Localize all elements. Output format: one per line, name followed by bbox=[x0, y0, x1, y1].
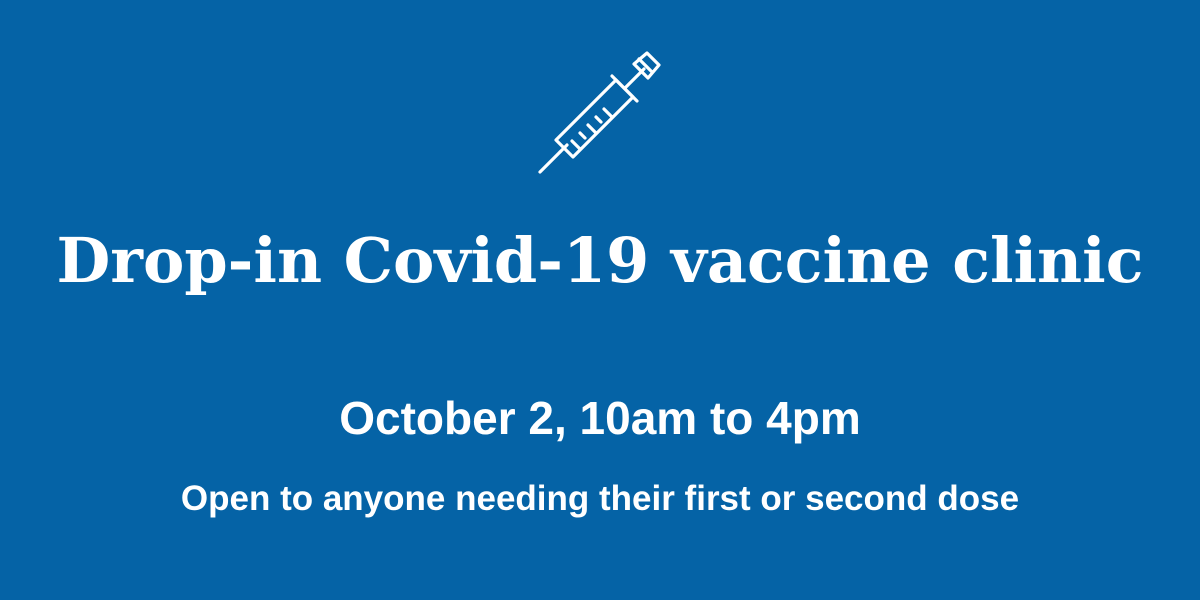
headline: Drop-in Covid-19 vaccine clinic bbox=[56, 224, 1144, 297]
syringe-icon bbox=[530, 46, 670, 178]
event-date-time: October 2, 10am to 4pm bbox=[339, 392, 861, 444]
eligibility-note: Open to anyone needing their first or se… bbox=[180, 479, 1020, 518]
vaccine-clinic-banner: Drop-in Covid-19 vaccine clinic October … bbox=[0, 0, 1200, 600]
